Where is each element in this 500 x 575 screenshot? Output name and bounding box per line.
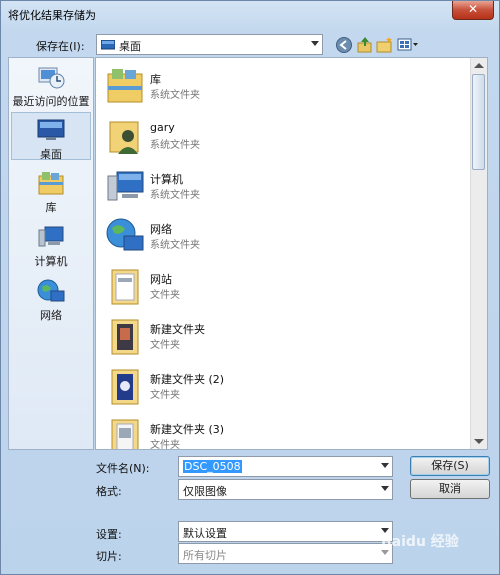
settings-dropdown[interactable]: 默认设置 [178,521,393,542]
save-in-label: 保存在(I): [36,40,85,53]
slices-value: 所有切片 [183,549,227,562]
back-icon[interactable] [335,36,353,54]
format-value: 仅限图像 [183,485,227,498]
scroll-thumb[interactable] [472,74,485,170]
place-label: 网络 [40,309,62,322]
scroll-down-icon[interactable] [474,439,484,444]
folder-icon [111,419,139,449]
filename-label: 文件名(N): [96,462,150,475]
new-folder-icon[interactable] [376,36,394,54]
computer-icon [107,171,144,201]
close-button[interactable]: ✕ [452,1,494,20]
file-name: 库 [150,73,161,86]
window-title: 将优化结果存储为 [8,9,96,22]
place-label: 桌面 [40,148,62,161]
place-label: 计算机 [34,255,68,268]
recent-places-icon [38,67,65,89]
list-item[interactable]: 计算机 系统文件夹 [100,162,470,208]
filename-field[interactable]: DSC_0508 [178,456,393,477]
scroll-up-icon[interactable] [474,63,484,68]
place-desktop[interactable]: 桌面 [11,112,91,161]
network-icon [106,218,144,251]
watermark: Baidu 经验 [381,534,459,550]
folder-icon [111,319,139,355]
list-item[interactable]: 新建文件夹 文件夹 [100,312,470,358]
chevron-down-icon [381,486,389,491]
file-type: 系统文件夹 [150,190,200,201]
place-recent[interactable]: 最近访问的位置 [11,60,91,108]
place-network[interactable]: 网络 [11,274,91,322]
chevron-down-icon [311,41,319,46]
place-label: 最近访问的位置 [12,95,90,108]
network-icon [37,279,65,302]
file-type: 文件夹 [150,440,180,450]
library-icon [38,172,64,195]
file-type: 文件夹 [150,290,180,301]
vertical-scrollbar[interactable] [470,58,487,449]
folder-icon [111,369,139,405]
list-item[interactable]: 网络 系统文件夹 [100,212,470,258]
list-item[interactable]: 网站 文件夹 [100,262,470,308]
view-menu-icon[interactable] [397,36,419,54]
place-label: 库 [45,201,57,214]
file-name: 网络 [150,223,172,236]
save-button[interactable]: 保存(S) [410,456,490,476]
file-name: 网站 [150,273,172,286]
chevron-down-icon[interactable] [381,463,389,468]
file-list[interactable]: 库 系统文件夹 gary 系统文件夹 计算机 系统文件夹 网络 系统文件夹 网站… [95,57,488,450]
list-item[interactable]: 新建文件夹 (2) 文件夹 [100,362,470,408]
user-folder-icon [109,121,139,154]
up-folder-icon[interactable] [356,36,374,54]
settings-label: 设置: [96,528,122,541]
file-type: 文件夹 [150,390,180,401]
library-folder-icon [107,69,143,103]
slices-label: 切片: [96,550,122,563]
list-item[interactable]: 库 系统文件夹 [100,62,470,108]
file-type: 系统文件夹 [150,90,200,101]
title-bar: 将优化结果存储为 ✕ [1,1,499,27]
file-type: 系统文件夹 [150,140,200,151]
desktop-icon [37,119,65,140]
file-name: 新建文件夹 (2) [150,373,225,386]
places-bar: 最近访问的位置 桌面 库 计算机 网络 [8,57,94,450]
place-library[interactable]: 库 [11,166,91,214]
settings-value: 默认设置 [183,527,227,540]
save-dialog: 将优化结果存储为 ✕ 保存在(I): 桌面 最近访问的位置 桌面 库 计算机 网… [0,0,500,575]
list-item[interactable]: 新建文件夹 (3) 文件夹 [100,412,470,450]
file-name: 计算机 [150,173,183,186]
filename-value: DSC_0508 [183,460,242,473]
slices-dropdown: 所有切片 [178,543,393,564]
file-type: 系统文件夹 [150,240,200,251]
file-type: 文件夹 [150,340,180,351]
file-name: gary [150,121,175,134]
format-label: 格式: [96,485,122,498]
format-dropdown[interactable]: 仅限图像 [178,479,393,500]
desktop-icon [101,40,115,50]
folder-icon [111,269,139,305]
location-text: 桌面 [119,40,141,53]
list-item[interactable]: gary 系统文件夹 [100,112,470,158]
file-name: 新建文件夹 (3) [150,423,225,436]
cancel-button[interactable]: 取消 [410,479,490,499]
file-name: 新建文件夹 [150,323,205,336]
place-computer[interactable]: 计算机 [11,220,91,268]
computer-icon [38,226,64,247]
location-dropdown[interactable]: 桌面 [96,34,323,55]
